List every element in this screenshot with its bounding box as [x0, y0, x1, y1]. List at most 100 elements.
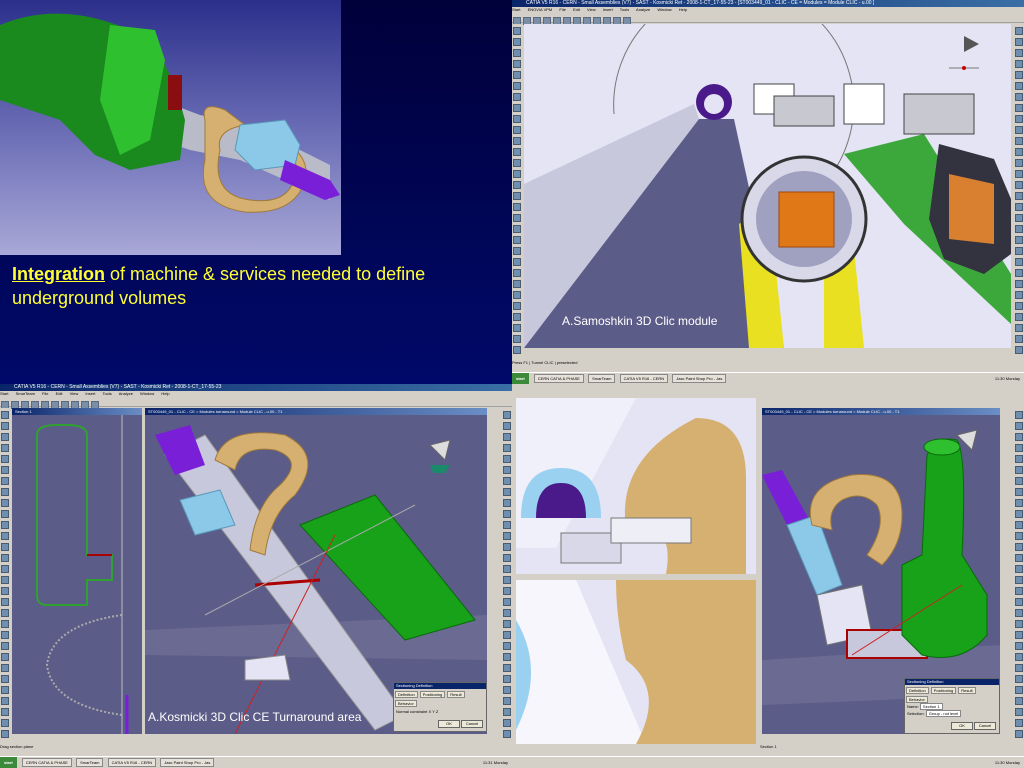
palette-icon[interactable]: [513, 269, 521, 277]
palette-icon[interactable]: [1, 708, 9, 716]
palette-icon[interactable]: [1, 719, 9, 727]
palette-icon[interactable]: [1, 411, 9, 419]
palette-icon[interactable]: [503, 433, 511, 441]
menu-tools[interactable]: Tools: [102, 391, 111, 396]
menu-start[interactable]: Start: [512, 7, 520, 12]
taskbar-button[interactable]: CERN CATIA & PHASE: [21, 758, 72, 767]
palette-icon[interactable]: [513, 291, 521, 299]
ok-button[interactable]: OK: [438, 720, 460, 728]
tunnel-view-upper[interactable]: [516, 398, 756, 574]
tab-result[interactable]: Result: [447, 691, 465, 698]
palette-icon[interactable]: [503, 466, 511, 474]
taskbar-button[interactable]: Jasc Paint Shop Pro - Jas: [672, 374, 727, 383]
palette-icon[interactable]: [1015, 543, 1023, 551]
palette-icon[interactable]: [503, 609, 511, 617]
palette-icon[interactable]: [1015, 433, 1023, 441]
palette-icon[interactable]: [1015, 675, 1023, 683]
palette-icon[interactable]: [1, 455, 9, 463]
palette-icon[interactable]: [1, 609, 9, 617]
palette-icon[interactable]: [1015, 708, 1023, 716]
tab-result[interactable]: Result: [958, 687, 976, 694]
palette-icon[interactable]: [1, 565, 9, 573]
menu-insert[interactable]: Insert: [85, 391, 95, 396]
palette-icon[interactable]: [1015, 93, 1023, 101]
menu-enovia[interactable]: ENOVIA VPM: [528, 7, 553, 12]
selection-field[interactable]: Group - not level: [925, 710, 962, 717]
palette-icon[interactable]: [503, 730, 511, 738]
palette-icon[interactable]: [1015, 521, 1023, 529]
palette-icon[interactable]: [1015, 686, 1023, 694]
palette-icon[interactable]: [1, 444, 9, 452]
palette-icon[interactable]: [1015, 455, 1023, 463]
palette-icon[interactable]: [1015, 302, 1023, 310]
palette-icon[interactable]: [1015, 598, 1023, 606]
cancel-button[interactable]: Cancel: [461, 720, 483, 728]
palette-icon[interactable]: [1015, 576, 1023, 584]
palette-icon[interactable]: [1015, 60, 1023, 68]
palette-icon[interactable]: [1015, 291, 1023, 299]
palette-icon[interactable]: [503, 708, 511, 716]
name-field[interactable]: Section 1: [919, 703, 943, 710]
palette-icon[interactable]: [1015, 411, 1023, 419]
palette-icon[interactable]: [503, 422, 511, 430]
tab-behavior[interactable]: Behavior: [395, 700, 417, 707]
palette-icon[interactable]: [1, 499, 9, 507]
palette-icon[interactable]: [503, 576, 511, 584]
compass-icon[interactable]: [964, 36, 979, 52]
palette-icon[interactable]: [1015, 730, 1023, 738]
palette-icon[interactable]: [503, 631, 511, 639]
palette-icon[interactable]: [503, 532, 511, 540]
palette-icon[interactable]: [503, 620, 511, 628]
palette-icon[interactable]: [1015, 49, 1023, 57]
palette-icon[interactable]: [503, 565, 511, 573]
palette-icon[interactable]: [503, 455, 511, 463]
palette-icon[interactable]: [513, 313, 521, 321]
palette-icon[interactable]: [1015, 554, 1023, 562]
palette-icon[interactable]: [1015, 192, 1023, 200]
palette-icon[interactable]: [513, 236, 521, 244]
palette-icon[interactable]: [503, 686, 511, 694]
palette-icon[interactable]: [513, 192, 521, 200]
palette-icon[interactable]: [503, 675, 511, 683]
palette-icon[interactable]: [1015, 620, 1023, 628]
palette-icon[interactable]: [513, 115, 521, 123]
palette-icon[interactable]: [1015, 422, 1023, 430]
palette-icon[interactable]: [513, 49, 521, 57]
palette-icon[interactable]: [1, 631, 9, 639]
taskbar-button[interactable]: SmarTeam: [76, 758, 104, 767]
option-z[interactable]: Z: [436, 709, 438, 714]
palette-icon[interactable]: [1015, 631, 1023, 639]
palette-icon[interactable]: [1015, 126, 1023, 134]
palette-icon[interactable]: [1015, 280, 1023, 288]
palette-icon[interactable]: [1015, 499, 1023, 507]
taskbar-button[interactable]: Jasc Paint Shop Pro - Jas: [160, 758, 215, 767]
palette-icon[interactable]: [513, 258, 521, 266]
palette-icon[interactable]: [1, 488, 9, 496]
palette-icon[interactable]: [1, 686, 9, 694]
palette-icon[interactable]: [1015, 664, 1023, 672]
start-button[interactable]: start: [0, 757, 17, 768]
palette-icon[interactable]: [503, 719, 511, 727]
palette-icon[interactable]: [1015, 510, 1023, 518]
palette-icon[interactable]: [513, 247, 521, 255]
palette-icon[interactable]: [1015, 159, 1023, 167]
cancel-button[interactable]: Cancel: [974, 722, 996, 730]
menu-edit[interactable]: Edit: [573, 7, 580, 12]
palette-icon[interactable]: [1015, 488, 1023, 496]
tab-behavior[interactable]: Behavior: [906, 696, 928, 703]
taskbar-button[interactable]: CATIA V5 R16 - CERN: [619, 374, 669, 383]
palette-icon[interactable]: [1015, 642, 1023, 650]
palette-icon[interactable]: [513, 126, 521, 134]
palette-icon[interactable]: [513, 71, 521, 79]
palette-icon[interactable]: [513, 225, 521, 233]
menu-help[interactable]: Help: [679, 7, 687, 12]
palette-icon[interactable]: [513, 82, 521, 90]
palette-icon[interactable]: [513, 324, 521, 332]
palette-icon[interactable]: [1015, 137, 1023, 145]
menu-window[interactable]: Window: [657, 7, 671, 12]
palette-icon[interactable]: [1015, 181, 1023, 189]
palette-icon[interactable]: [1, 433, 9, 441]
palette-icon[interactable]: [503, 587, 511, 595]
menu-analyze[interactable]: Analyze: [119, 391, 133, 396]
menu-file[interactable]: File: [559, 7, 565, 12]
